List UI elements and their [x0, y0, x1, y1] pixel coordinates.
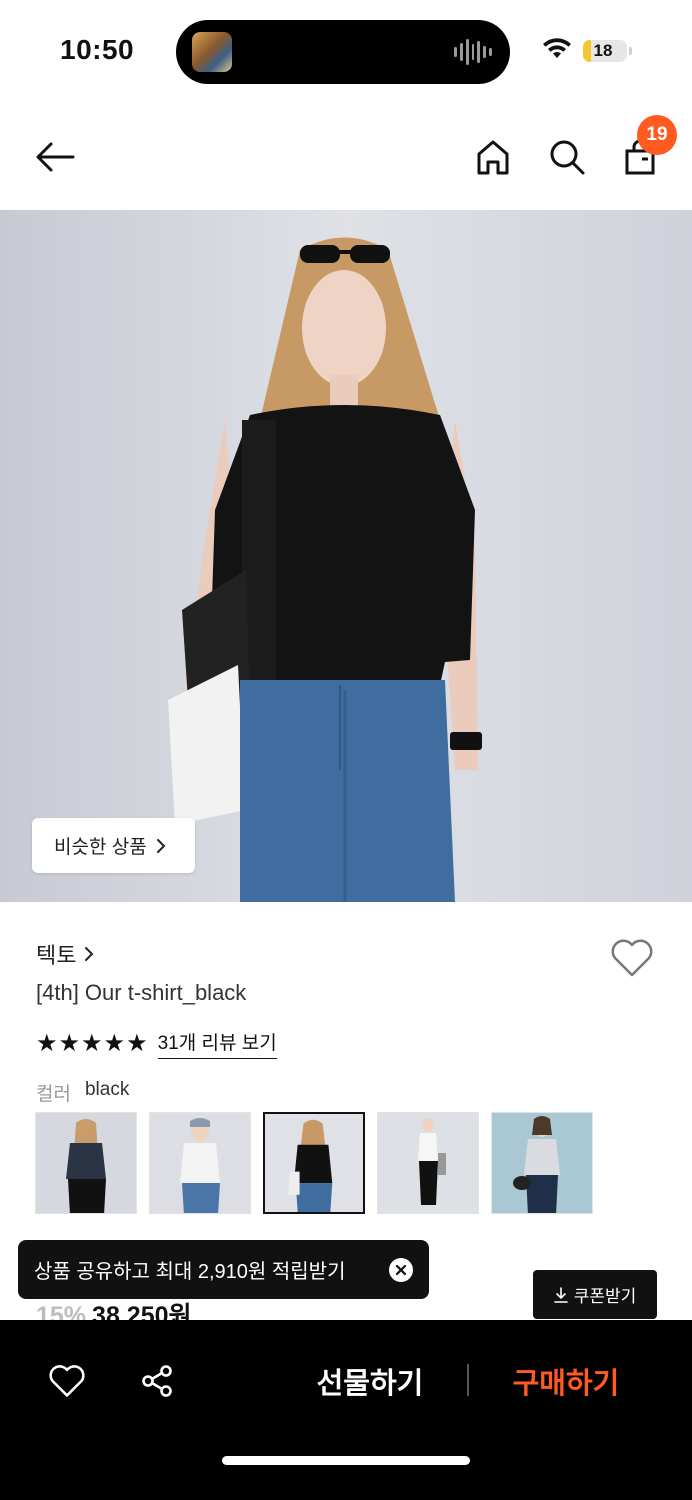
color-thumbnail-list	[35, 1112, 593, 1214]
star-icon: ★	[36, 1029, 58, 1057]
color-thumbnail[interactable]	[35, 1112, 137, 1214]
top-navigation: 19	[0, 100, 692, 210]
wishlist-button[interactable]	[608, 934, 656, 982]
battery-indicator: 18	[583, 40, 627, 62]
sale-price: 38,250원	[92, 1302, 192, 1320]
bottom-like-button[interactable]	[44, 1358, 90, 1404]
chevron-right-icon	[156, 838, 166, 853]
dynamic-island[interactable]	[176, 20, 510, 84]
back-arrow-icon	[36, 142, 75, 172]
model-photo	[168, 237, 482, 902]
search-icon	[550, 140, 585, 175]
gift-button[interactable]: 선물하기	[300, 1358, 440, 1404]
divider	[467, 1364, 469, 1396]
heart-icon	[49, 1365, 85, 1397]
product-name: [4th] Our t-shirt_black	[36, 980, 247, 1005]
home-indicator[interactable]	[222, 1456, 470, 1465]
brand-link[interactable]: 텍토	[36, 938, 96, 970]
share-reward-text: 상품 공유하고 최대 2,910원 적립받기	[34, 1261, 346, 1283]
status-bar: 10:50 18	[0, 0, 692, 100]
coupon-label: 쿠폰받기	[573, 1287, 637, 1306]
wifi-icon	[543, 38, 571, 58]
share-icon	[142, 1365, 172, 1397]
color-label: 컬러	[36, 1084, 71, 1105]
coupon-download-button[interactable]: 쿠폰받기	[533, 1270, 657, 1319]
color-thumbnail[interactable]	[377, 1112, 479, 1214]
star-icon: ★	[81, 1029, 103, 1057]
discount-rate: 15%	[36, 1302, 87, 1320]
buy-button[interactable]: 구매하기	[496, 1358, 636, 1404]
color-row: 컬러 black	[36, 1079, 129, 1106]
audio-waveform-icon	[454, 38, 493, 66]
star-icon: ★	[126, 1029, 148, 1057]
cart-count-badge: 19	[637, 115, 677, 155]
color-value: black	[84, 1079, 130, 1100]
home-button[interactable]	[470, 134, 516, 180]
color-thumbnail[interactable]	[149, 1112, 251, 1214]
now-playing-artwork	[192, 32, 232, 72]
chevron-right-icon	[85, 947, 94, 961]
review-link[interactable]: 31개 리뷰 보기	[157, 1028, 277, 1059]
heart-icon	[611, 939, 653, 977]
color-thumbnail-selected[interactable]	[263, 1112, 365, 1214]
price-row: 15% 38,250원	[36, 1296, 192, 1320]
product-main-image[interactable]	[0, 210, 692, 902]
color-thumbnail[interactable]	[491, 1112, 593, 1214]
star-icon: ★	[58, 1029, 81, 1057]
home-icon	[477, 140, 509, 175]
battery-level: 18	[593, 41, 613, 60]
back-button[interactable]	[32, 134, 78, 180]
brand-name: 텍토	[36, 943, 77, 968]
share-reward-tooltip: 상품 공유하고 최대 2,910원 적립받기	[18, 1240, 429, 1299]
similar-products-button[interactable]: 비슷한 상품	[32, 818, 195, 873]
download-icon	[553, 1286, 568, 1303]
share-button[interactable]	[134, 1358, 180, 1404]
close-icon	[395, 1264, 407, 1276]
bottom-action-bar: 선물하기 구매하기	[0, 1320, 692, 1500]
rating-row: ★ ★ ★ ★ ★ 31개 리뷰 보기	[36, 1028, 277, 1059]
tooltip-close-button[interactable]	[389, 1258, 413, 1282]
status-time: 10:50	[60, 34, 135, 65]
star-rating: ★ ★ ★ ★ ★	[36, 1030, 148, 1058]
star-icon: ★	[103, 1029, 126, 1057]
battery-cap	[629, 47, 632, 55]
search-button[interactable]	[544, 134, 590, 180]
similar-products-label: 비슷한 상품	[54, 837, 147, 858]
